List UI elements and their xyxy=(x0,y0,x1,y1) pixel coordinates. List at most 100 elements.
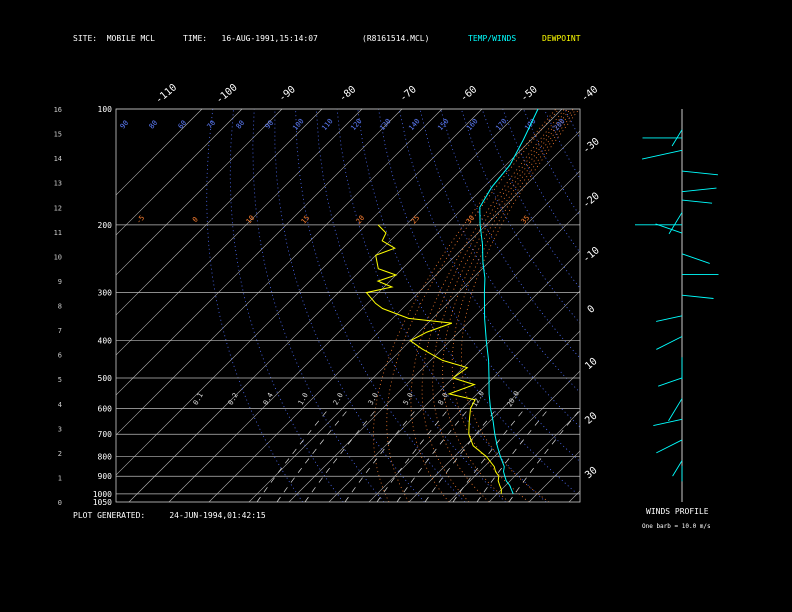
plot-grid xyxy=(116,109,792,502)
dry-adiabat xyxy=(206,109,304,502)
dry-adiabat xyxy=(336,109,547,502)
isotherm-line xyxy=(208,130,580,502)
height-tick: 11 xyxy=(54,229,62,237)
mixing-ratio-line xyxy=(476,408,550,502)
skewt-sounding-plot: SITE: MOBILE MCL TIME: 16-AUG-1991,15:14… xyxy=(0,0,792,612)
isotherm-line xyxy=(248,170,580,502)
wind-barb xyxy=(656,439,683,454)
dry-adiabat-label: 110 xyxy=(320,117,334,132)
right-temp-tick: 20 xyxy=(583,410,599,426)
pressure-tick: 800 xyxy=(98,453,113,462)
winds-profile-title: WINDS PROFILE xyxy=(646,507,709,516)
height-tick: 16 xyxy=(54,106,62,114)
dry-adiabat xyxy=(668,109,792,502)
moist-adiabat xyxy=(460,109,580,502)
dry-adiabat xyxy=(543,109,580,180)
isotherm-line xyxy=(128,109,523,502)
isotherm-line xyxy=(116,109,403,396)
mixing-ratio-label: 3.0 xyxy=(367,392,380,407)
pressure-tick: 100 xyxy=(98,105,113,114)
dry-adiabat xyxy=(460,109,580,324)
dry-adiabat-label: 130 xyxy=(378,117,392,132)
moist-adiabat-label: 30 xyxy=(465,214,477,226)
mixing-ratio-line xyxy=(508,409,580,502)
isotherm-line xyxy=(116,109,483,476)
mixing-ratio-label: 2.0 xyxy=(332,392,345,407)
wind-barb xyxy=(655,223,683,234)
right-temp-tick: -20 xyxy=(581,191,602,211)
right-temp-tick: -10 xyxy=(581,245,602,265)
wind-barb xyxy=(681,187,717,193)
isotherm-line xyxy=(116,109,283,276)
dry-adiabat xyxy=(274,109,425,502)
dry-adiabat xyxy=(627,109,792,502)
height-tick: 10 xyxy=(54,253,62,261)
moist-adiabat xyxy=(451,109,577,502)
dry-adiabat-label: 60 xyxy=(177,119,189,131)
dry-adiabat-label: 200 xyxy=(552,117,566,132)
moist-adiabat xyxy=(410,109,565,502)
dry-adiabat xyxy=(398,109,580,428)
dry-adiabat xyxy=(523,109,580,217)
dry-adiabat xyxy=(751,109,792,502)
mixing-ratio-line xyxy=(276,408,350,502)
pressure-tick: 900 xyxy=(98,472,113,481)
dry-adiabat xyxy=(710,109,792,502)
mixing-ratio-label: 0.1 xyxy=(192,392,205,407)
winds-profile-note: One barb = 10.0 m/s xyxy=(642,523,711,530)
height-tick: 5 xyxy=(58,376,62,384)
dry-adiabat-label: 100 xyxy=(291,117,305,132)
isotherm-line xyxy=(328,250,580,502)
mixing-ratio-label: 1.0 xyxy=(297,392,310,407)
height-tick: 0 xyxy=(58,499,62,507)
dry-adiabat xyxy=(648,109,792,502)
wind-barb xyxy=(672,460,683,477)
isotherm-line xyxy=(568,490,580,502)
mixing-ratio-label: 20.0 xyxy=(506,390,521,409)
plot-generated-label: PLOT GENERATED: xyxy=(73,511,146,520)
isotherm-line xyxy=(116,109,323,316)
isotherm-line xyxy=(488,410,580,502)
wind-barb xyxy=(656,336,683,350)
mixing-ratio-line xyxy=(376,408,450,502)
plot-generated-value: 24-JUN-1994,01:42:15 xyxy=(169,511,266,520)
mixing-ratio-line xyxy=(344,408,418,502)
mixing-ratio-label: 0.2 xyxy=(227,392,240,407)
pressure-tick: 400 xyxy=(98,337,113,346)
height-tick: 9 xyxy=(58,278,62,286)
dry-adiabat xyxy=(252,109,385,502)
top-temp-tick: -90 xyxy=(277,84,298,104)
dry-adiabat-label: 140 xyxy=(407,117,421,132)
dry-adiabat xyxy=(229,109,344,502)
isotherm-line xyxy=(609,109,792,502)
isotherm-line xyxy=(288,210,580,502)
right-temp-tick: 10 xyxy=(583,356,599,372)
moist-adiabat-label: 0 xyxy=(191,216,200,224)
mixing-ratio-label: 0.4 xyxy=(262,392,275,407)
dry-adiabat-label: 150 xyxy=(436,117,450,132)
height-tick: 15 xyxy=(54,131,62,139)
pressure-tick: 700 xyxy=(98,430,113,439)
wind-barb xyxy=(641,149,683,160)
dry-adiabat xyxy=(606,109,792,502)
moist-adiabat xyxy=(421,109,568,502)
pressure-tick: 500 xyxy=(98,374,113,383)
moist-adiabat-label: 35 xyxy=(520,214,532,226)
dry-adiabat xyxy=(440,109,580,359)
dry-adiabat xyxy=(730,109,792,502)
height-tick: 14 xyxy=(54,155,62,163)
dry-adiabat-label: 80 xyxy=(148,119,160,131)
moist-adiabat xyxy=(386,109,560,502)
wind-barb xyxy=(658,377,683,387)
skewt-chart: 1002003004005006007008009001000105016151… xyxy=(54,82,792,507)
isotherm-line xyxy=(368,290,580,502)
right-temp-tick: -30 xyxy=(581,136,602,156)
isotherm-line xyxy=(448,370,580,502)
height-tick: 12 xyxy=(54,204,62,212)
wind-barb xyxy=(656,315,683,322)
isotherm-line xyxy=(528,450,580,502)
series-layer xyxy=(365,108,539,494)
dry-adiabat xyxy=(689,109,792,502)
wind-barb xyxy=(681,170,718,176)
dry-adiabat-label: 70 xyxy=(206,119,218,131)
